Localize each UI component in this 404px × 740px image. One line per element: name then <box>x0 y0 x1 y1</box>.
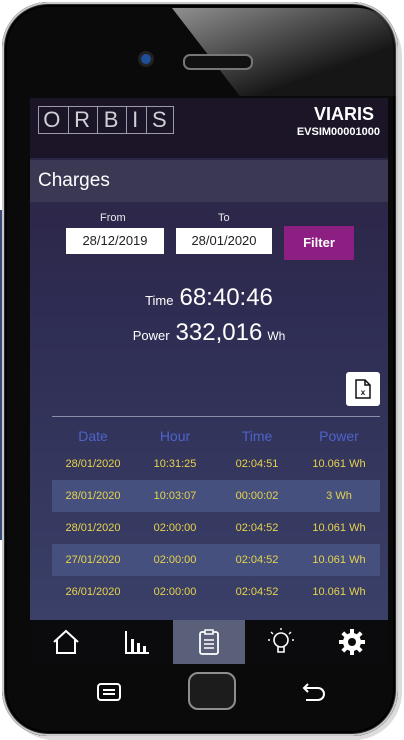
cell-date: 28/01/2020 <box>65 490 121 502</box>
cell-time: 02:04:52 <box>235 554 279 566</box>
speaker-grille <box>183 54 253 70</box>
from-label: From <box>100 212 126 224</box>
home-hardware-button[interactable] <box>188 672 236 710</box>
power-unit: Wh <box>267 329 286 343</box>
time-label: Time <box>145 293 174 308</box>
excel-export-button[interactable]: x <box>346 372 380 406</box>
camera-icon <box>141 54 151 64</box>
divider <box>52 416 380 417</box>
logo-letter: I <box>132 107 141 132</box>
cell-power: 3 Wh <box>326 490 352 502</box>
bar-chart-icon <box>125 631 150 654</box>
bottom-tab-bar <box>30 620 388 664</box>
cell-time: 02:04:51 <box>235 458 279 470</box>
time-summary: Time 68:40:46 <box>30 284 388 312</box>
charges-table: Date Hour Time Power 28/01/2020 10:31:25… <box>52 424 380 608</box>
logo-letter: B <box>103 107 121 132</box>
cell-time: 02:04:52 <box>235 586 279 598</box>
cell-hour: 10:03:07 <box>153 490 197 502</box>
table-row[interactable]: 26/01/2020 02:00:00 02:04:52 10.061 Wh <box>52 576 380 608</box>
filter-button[interactable]: Filter <box>284 226 354 260</box>
cell-hour: 02:00:00 <box>153 586 197 598</box>
back-button-icon[interactable] <box>298 682 326 702</box>
device-id: EVSIM00001000 <box>296 126 380 138</box>
table-row[interactable]: 28/01/2020 10:03:07 00:00:02 3 Wh <box>52 480 380 512</box>
header-time: Time <box>241 428 273 444</box>
power-value: 332,016 <box>175 319 263 346</box>
app-screen: O R B I S VIARIS EVSIM00001000 Charges F… <box>30 98 388 620</box>
table-row[interactable]: 27/01/2020 02:00:00 02:04:52 10.061 Wh <box>52 544 380 576</box>
cell-date: 27/01/2020 <box>65 554 121 566</box>
brand-name: VIARIS <box>313 104 374 124</box>
tab-tips[interactable] <box>245 620 317 664</box>
cell-date: 28/01/2020 <box>65 458 121 470</box>
header-date: Date <box>78 428 108 444</box>
home-icon <box>53 629 79 654</box>
cell-hour: 02:00:00 <box>153 554 197 566</box>
to-label: To <box>218 212 230 224</box>
lightbulb-icon <box>267 628 294 653</box>
excel-glyph: x <box>361 388 366 397</box>
cell-power: 10.061 Wh <box>312 522 366 534</box>
logo-letter: O <box>43 107 63 132</box>
time-value: 68:40:46 <box>179 284 273 311</box>
cell-hour: 02:00:00 <box>153 522 197 534</box>
cell-time: 00:00:02 <box>235 490 279 502</box>
cell-power: 10.061 Wh <box>312 458 366 470</box>
to-date-input[interactable]: 28/01/2020 <box>176 228 272 254</box>
menu-button-icon[interactable] <box>96 682 122 702</box>
clipboard-icon <box>199 629 219 655</box>
page-title: Charges <box>38 170 110 191</box>
table-row[interactable]: 28/01/2020 10:31:25 02:04:51 10.061 Wh <box>52 448 380 480</box>
power-label: Power <box>132 328 170 343</box>
tab-charges[interactable] <box>173 620 245 664</box>
cell-power: 10.061 Wh <box>312 586 366 598</box>
logo-letter: R <box>74 107 92 132</box>
cell-time: 02:04:52 <box>235 522 279 534</box>
cell-power: 10.061 Wh <box>312 554 366 566</box>
table-row[interactable]: 28/01/2020 02:00:00 02:04:52 10.061 Wh <box>52 512 380 544</box>
logo-divider <box>145 107 147 133</box>
logo-divider <box>125 107 127 133</box>
logo-letter: S <box>152 107 169 132</box>
cell-hour: 10:31:25 <box>153 458 197 470</box>
tab-statistics[interactable] <box>102 620 174 664</box>
header-power: Power <box>319 428 359 444</box>
tab-home[interactable] <box>30 620 102 664</box>
orbis-logo: O R B I S <box>38 106 174 134</box>
from-date-input[interactable]: 28/12/2019 <box>66 228 164 254</box>
logo-divider <box>67 107 69 133</box>
cell-date: 26/01/2020 <box>65 586 121 598</box>
logo-divider <box>97 107 99 133</box>
power-summary: Power 332,016 Wh <box>30 319 388 347</box>
header-hour: Hour <box>159 428 191 444</box>
gear-icon <box>339 629 366 655</box>
excel-export-icon: x <box>355 379 371 399</box>
tab-settings[interactable] <box>316 620 388 664</box>
table-header: Date Hour Time Power <box>52 424 380 448</box>
cell-date: 28/01/2020 <box>65 522 121 534</box>
page-title-bar: Charges <box>30 160 388 202</box>
app-header: O R B I S VIARIS EVSIM00001000 <box>30 98 388 158</box>
